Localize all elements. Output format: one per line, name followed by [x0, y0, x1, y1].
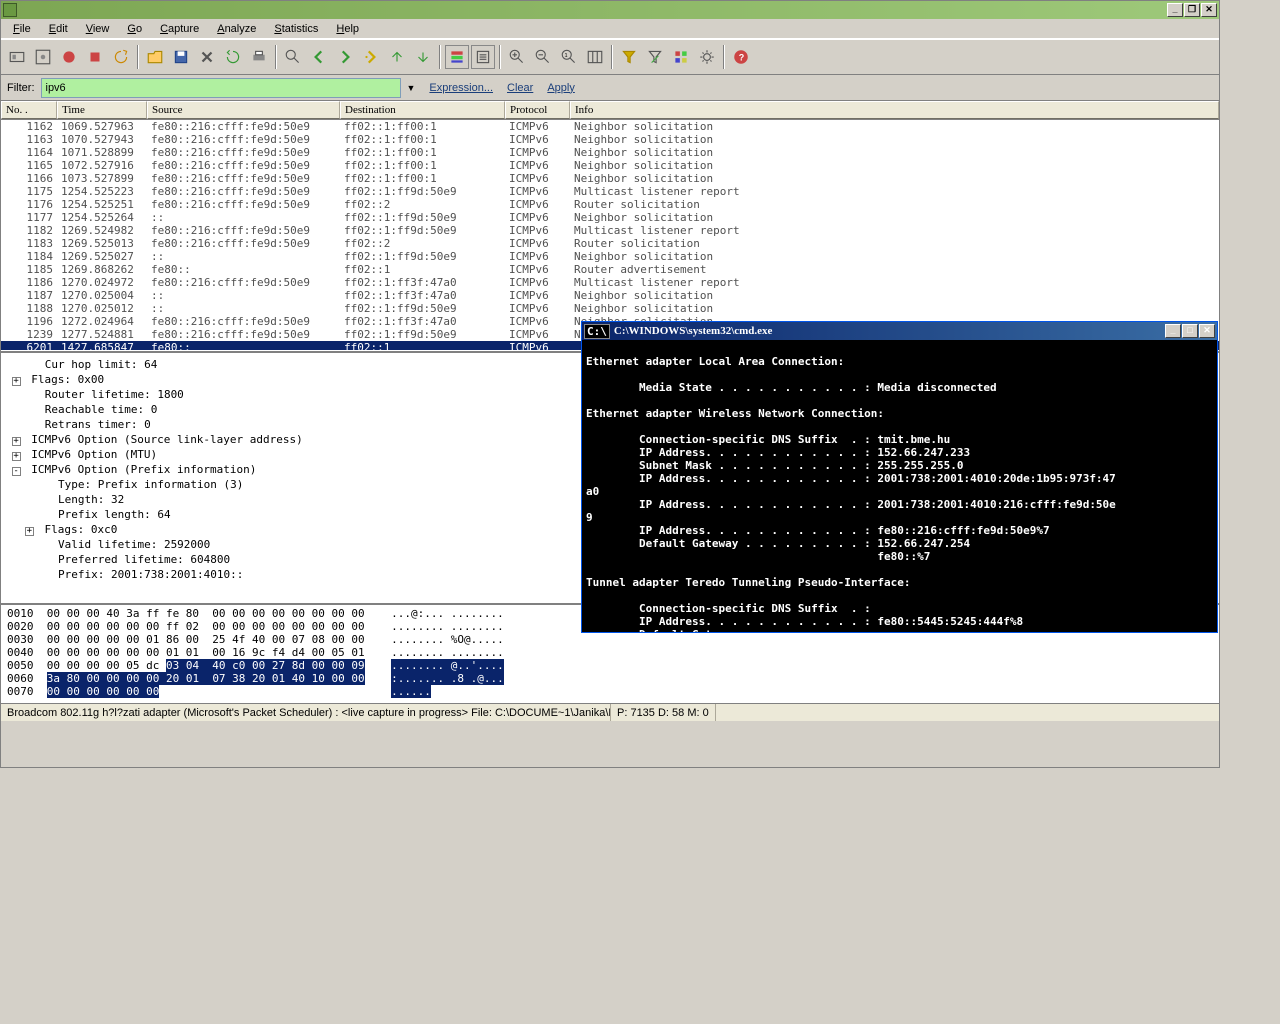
preferences-icon[interactable]	[695, 45, 719, 69]
go-first-icon[interactable]	[385, 45, 409, 69]
resize-columns-icon[interactable]	[583, 45, 607, 69]
apply-link[interactable]: Apply	[547, 82, 575, 94]
reload-icon[interactable]	[221, 45, 245, 69]
filter-label: Filter:	[7, 82, 35, 94]
restart-capture-icon[interactable]	[109, 45, 133, 69]
zoom-reset-icon[interactable]: 1	[557, 45, 581, 69]
toolbar: 1 ?	[1, 39, 1219, 75]
packet-row[interactable]: 11861270.024972fe80::216:cfff:fe9d:50e9f…	[1, 276, 1219, 289]
status-right: P: 7135 D: 58 M: 0	[611, 704, 716, 721]
go-back-icon[interactable]	[307, 45, 331, 69]
app-icon	[3, 3, 17, 17]
col-header-protocol[interactable]: Protocol	[505, 101, 570, 119]
packet-row[interactable]: 11771254.525264::ff02::1:ff9d:50e9ICMPv6…	[1, 211, 1219, 224]
menu-statistics[interactable]: Statistics	[266, 21, 326, 37]
packet-list-body[interactable]: 11621069.527963fe80::216:cfff:fe9d:50e9f…	[1, 120, 1219, 350]
collapse-icon[interactable]: -	[12, 467, 21, 476]
minimize-button[interactable]: _	[1167, 3, 1183, 17]
cmd-icon: C:\	[584, 324, 610, 339]
packet-list-pane: No. . Time Source Destination Protocol I…	[1, 101, 1219, 351]
cmd-output[interactable]: Ethernet adapter Local Area Connection: …	[582, 340, 1217, 632]
hex-line[interactable]: 0030 00 00 00 00 00 01 86 00 25 4f 40 00…	[7, 633, 1213, 646]
packet-row[interactable]: 11831269.525013fe80::216:cfff:fe9d:50e9f…	[1, 237, 1219, 250]
cmd-title-text: C:\WINDOWS\system32\cmd.exe	[614, 325, 773, 337]
col-header-destination[interactable]: Destination	[340, 101, 505, 119]
packet-row[interactable]: 11651072.527916fe80::216:cfff:fe9d:50e9f…	[1, 159, 1219, 172]
packet-row[interactable]: 11661073.527899fe80::216:cfff:fe9d:50e9f…	[1, 172, 1219, 185]
menu-analyze[interactable]: Analyze	[209, 21, 264, 37]
svg-text:1: 1	[565, 53, 568, 59]
packet-row[interactable]: 11751254.525223fe80::216:cfff:fe9d:50e9f…	[1, 185, 1219, 198]
auto-scroll-icon[interactable]	[471, 45, 495, 69]
menu-go[interactable]: Go	[119, 21, 150, 37]
expand-icon[interactable]: +	[12, 437, 21, 446]
menu-file[interactable]: File	[5, 21, 39, 37]
menu-view[interactable]: View	[78, 21, 118, 37]
status-left: Broadcom 802.11g h?l?zati adapter (Micro…	[1, 704, 611, 721]
hex-line[interactable]: 0070 00 00 00 00 00 00 ......	[7, 685, 1213, 698]
packet-row[interactable]: 11881270.025012::ff02::1:ff9d:50e9ICMPv6…	[1, 302, 1219, 315]
go-forward-icon[interactable]	[333, 45, 357, 69]
clear-link[interactable]: Clear	[507, 82, 533, 94]
expression-link[interactable]: Expression...	[429, 82, 493, 94]
packet-row[interactable]: 11841269.525027::ff02::1:ff9d:50e9ICMPv6…	[1, 250, 1219, 263]
close-button[interactable]: ✕	[1201, 3, 1217, 17]
save-icon[interactable]	[169, 45, 193, 69]
filter-input[interactable]	[41, 78, 401, 98]
packet-row[interactable]: 11631070.527943fe80::216:cfff:fe9d:50e9f…	[1, 133, 1219, 146]
packet-row[interactable]: 11821269.524982fe80::216:cfff:fe9d:50e9f…	[1, 224, 1219, 237]
stop-capture-icon[interactable]	[83, 45, 107, 69]
filter-bar: Filter: ▼ Expression... Clear Apply	[1, 75, 1219, 101]
expand-icon[interactable]: +	[25, 527, 34, 536]
close-file-icon[interactable]	[195, 45, 219, 69]
capture-filters-icon[interactable]	[617, 45, 641, 69]
cmd-window[interactable]: C:\ C:\WINDOWS\system32\cmd.exe _ □ ✕ Et…	[581, 321, 1218, 633]
title-bar[interactable]: _ ❐ ✕	[1, 1, 1219, 19]
status-bar: Broadcom 802.11g h?l?zati adapter (Micro…	[1, 703, 1219, 721]
packet-row[interactable]: 11851269.868262fe80::ff02::1ICMPv6Router…	[1, 263, 1219, 276]
colorize-icon[interactable]	[445, 45, 469, 69]
help-icon[interactable]: ?	[729, 45, 753, 69]
interfaces-icon[interactable]	[5, 45, 29, 69]
packet-row[interactable]: 11621069.527963fe80::216:cfff:fe9d:50e9f…	[1, 120, 1219, 133]
packet-list-header: No. . Time Source Destination Protocol I…	[1, 101, 1219, 120]
cmd-title-bar[interactable]: C:\ C:\WINDOWS\system32\cmd.exe _ □ ✕	[582, 322, 1217, 340]
packet-row[interactable]: 11641071.528899fe80::216:cfff:fe9d:50e9f…	[1, 146, 1219, 159]
col-header-info[interactable]: Info	[570, 101, 1219, 119]
svg-text:?: ?	[739, 52, 745, 62]
find-icon[interactable]	[281, 45, 305, 69]
packet-row[interactable]: 11871270.025004::ff02::1:ff3f:47a0ICMPv6…	[1, 289, 1219, 302]
zoom-out-icon[interactable]	[531, 45, 555, 69]
packet-row[interactable]: 11761254.525251fe80::216:cfff:fe9d:50e9f…	[1, 198, 1219, 211]
hex-line[interactable]: 0060 3a 80 00 00 00 00 20 01 07 38 20 01…	[7, 672, 1213, 685]
expand-icon[interactable]: +	[12, 452, 21, 461]
col-header-source[interactable]: Source	[147, 101, 340, 119]
zoom-in-icon[interactable]	[505, 45, 529, 69]
coloring-rules-icon[interactable]	[669, 45, 693, 69]
hex-line[interactable]: 0040 00 00 00 00 00 00 01 01 00 16 9c f4…	[7, 646, 1213, 659]
display-filters-icon[interactable]	[643, 45, 667, 69]
cmd-maximize-button[interactable]: □	[1182, 324, 1198, 338]
col-header-no[interactable]: No. .	[1, 101, 57, 119]
cmd-minimize-button[interactable]: _	[1165, 324, 1181, 338]
hex-line[interactable]: 0050 00 00 00 00 05 dc 03 04 40 c0 00 27…	[7, 659, 1213, 672]
menu-capture[interactable]: Capture	[152, 21, 207, 37]
expand-icon[interactable]: +	[12, 377, 21, 386]
menu-bar: File Edit View Go Capture Analyze Statis…	[1, 19, 1219, 39]
go-to-icon[interactable]	[359, 45, 383, 69]
cmd-close-button[interactable]: ✕	[1199, 324, 1215, 338]
open-icon[interactable]	[143, 45, 167, 69]
start-capture-icon[interactable]	[57, 45, 81, 69]
print-icon[interactable]	[247, 45, 271, 69]
menu-help[interactable]: Help	[328, 21, 367, 37]
filter-dropdown-icon[interactable]: ▼	[407, 83, 416, 93]
menu-edit[interactable]: Edit	[41, 21, 76, 37]
col-header-time[interactable]: Time	[57, 101, 147, 119]
options-icon[interactable]	[31, 45, 55, 69]
go-last-icon[interactable]	[411, 45, 435, 69]
maximize-button[interactable]: ❐	[1184, 3, 1200, 17]
